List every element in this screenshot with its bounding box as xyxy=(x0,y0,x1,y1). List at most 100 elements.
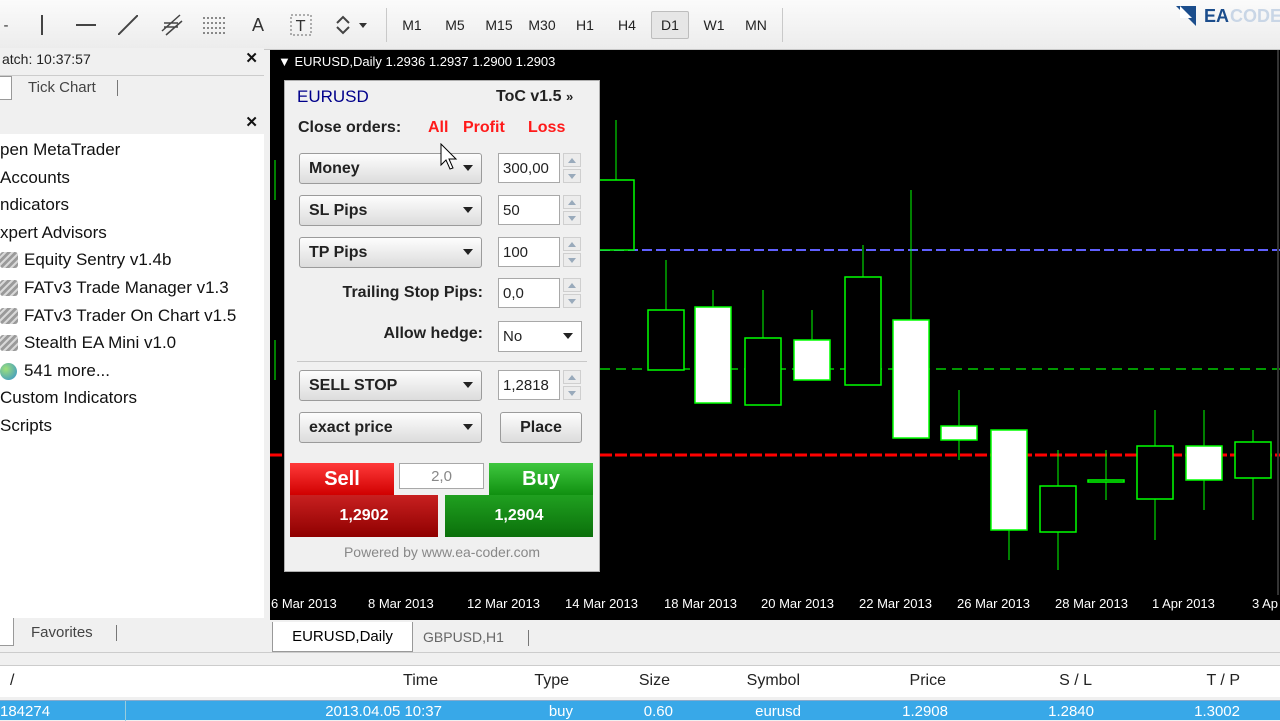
col-symbol[interactable]: Symbol xyxy=(680,672,800,690)
tab-symbols[interactable] xyxy=(0,76,12,100)
sl-input[interactable]: 50 xyxy=(498,195,560,225)
candle-body xyxy=(1185,445,1223,481)
close-icon[interactable]: ✕ xyxy=(245,113,258,131)
candle-body xyxy=(940,425,978,441)
timeframe-m5[interactable]: M5 xyxy=(436,11,474,39)
spin-down-icon[interactable] xyxy=(563,386,581,400)
col-tp[interactable]: T / P xyxy=(1100,672,1241,690)
nav-item-indicators[interactable]: ndicators xyxy=(0,193,69,217)
timeframe-h1[interactable]: H1 xyxy=(566,11,604,39)
tp-spinner[interactable] xyxy=(563,237,581,267)
timeframe-w1[interactable]: W1 xyxy=(695,11,733,39)
splitter[interactable] xyxy=(0,652,1280,665)
sl-mode-select[interactable]: SL Pips xyxy=(299,195,482,226)
lots-input[interactable]: 2,0 xyxy=(399,463,484,489)
candle-body xyxy=(694,306,732,404)
close-all-link[interactable]: All xyxy=(428,119,448,137)
navigator-tabs: Favorites xyxy=(0,618,264,650)
tab-common[interactable] xyxy=(0,618,14,646)
nav-item-equity-sentry[interactable]: Equity Sentry v1.4b xyxy=(0,248,171,272)
timeframe-mn[interactable]: MN xyxy=(737,11,775,39)
candle-body xyxy=(990,429,1028,531)
spin-up-icon[interactable] xyxy=(563,278,581,292)
panel-version[interactable]: ToC v1.5 » xyxy=(496,88,573,106)
tab-gbpusd-h1[interactable]: GBPUSD,H1 xyxy=(423,629,504,645)
money-input[interactable]: 300,00 xyxy=(498,153,560,183)
spin-down-icon[interactable] xyxy=(563,169,581,183)
order-price-spinner[interactable] xyxy=(563,370,581,400)
vertical-line-icon[interactable] xyxy=(30,0,54,50)
col-time[interactable]: Time xyxy=(300,672,438,690)
nav-item-scripts[interactable]: Scripts xyxy=(0,414,52,438)
nav-item-expert-advisors[interactable]: xpert Advisors xyxy=(0,221,107,245)
spin-down-icon[interactable] xyxy=(563,253,581,267)
spin-up-icon[interactable] xyxy=(563,237,581,251)
col-size[interactable]: Size xyxy=(578,672,670,690)
tab-favorites[interactable]: Favorites xyxy=(31,624,93,641)
candle-body xyxy=(597,179,635,251)
close-profit-link[interactable]: Profit xyxy=(463,119,505,137)
tab-eurusd-daily[interactable]: EURUSD,Daily xyxy=(272,622,413,652)
nav-item-fat-trade-manager[interactable]: FATv3 Trade Manager v1.3 xyxy=(0,276,229,300)
spin-up-icon[interactable] xyxy=(563,153,581,167)
tab-tick-chart[interactable]: Tick Chart xyxy=(28,79,96,96)
spin-up-icon[interactable] xyxy=(563,195,581,209)
buy-price[interactable]: 1,2904 xyxy=(445,495,593,537)
equidistant-channel-icon[interactable] xyxy=(158,0,186,50)
sell-button[interactable]: Sell xyxy=(290,463,394,495)
nav-item-accounts[interactable]: Accounts xyxy=(0,166,70,190)
price-mode-label: exact price xyxy=(309,418,393,436)
tp-mode-label: TP Pips xyxy=(309,243,368,261)
cell-order: 184274 xyxy=(0,703,51,720)
col-order[interactable]: / xyxy=(10,672,14,690)
place-button[interactable]: Place xyxy=(500,412,582,443)
chart-tabs: EURUSD,Daily GBPUSD,H1 xyxy=(270,622,1280,652)
spin-up-icon[interactable] xyxy=(563,370,581,384)
spin-down-icon[interactable] xyxy=(563,211,581,225)
buy-button[interactable]: Buy xyxy=(489,463,593,495)
text-icon[interactable]: A xyxy=(246,0,270,50)
col-type[interactable]: Type xyxy=(478,672,569,690)
close-loss-link[interactable]: Loss xyxy=(528,119,565,137)
order-price-input[interactable]: 1,2818 xyxy=(498,370,560,400)
horizontal-line-icon[interactable] xyxy=(74,0,98,50)
timeframe-m15[interactable]: M15 xyxy=(479,11,519,39)
date-label: 1 Apr 2013 xyxy=(1152,596,1215,611)
nav-item-fat-trader-on-chart[interactable]: FATv3 Trader On Chart v1.5 xyxy=(0,304,236,328)
date-label: 8 Mar 2013 xyxy=(368,596,434,611)
table-row[interactable]: 184274 2013.04.05 10:37 buy 0.60 eurusd … xyxy=(0,700,1280,721)
timeframe-m30[interactable]: M30 xyxy=(522,11,562,39)
trailing-spinner[interactable] xyxy=(563,278,581,308)
col-price[interactable]: Price xyxy=(810,672,946,690)
sell-price[interactable]: 1,2902 xyxy=(290,495,438,537)
trendline-icon[interactable] xyxy=(116,0,140,50)
spin-down-icon[interactable] xyxy=(563,294,581,308)
price-mode-select[interactable]: exact price xyxy=(299,412,482,443)
nav-item-custom-indicators[interactable]: Custom Indicators xyxy=(0,386,137,410)
arrows-dropdown-icon[interactable] xyxy=(330,0,370,50)
risk-mode-label: Money xyxy=(309,159,360,177)
text-label-icon[interactable]: T xyxy=(288,0,314,50)
money-spinner[interactable] xyxy=(563,153,581,183)
nav-item-stealth-ea[interactable]: Stealth EA Mini v1.0 xyxy=(0,331,176,355)
panel-version-label: ToC v1.5 xyxy=(496,88,562,105)
tab-separator xyxy=(116,625,117,641)
nav-item-open-metatrader[interactable]: pen MetaTrader xyxy=(0,138,120,162)
nav-item-more[interactable]: 541 more... xyxy=(0,359,110,383)
tp-mode-select[interactable]: TP Pips xyxy=(299,237,482,268)
col-sl[interactable]: S / L xyxy=(955,672,1092,690)
sl-spinner[interactable] xyxy=(563,195,581,225)
order-type-select[interactable]: SELL STOP xyxy=(299,370,482,401)
close-icon[interactable]: ✕ xyxy=(245,49,258,67)
mouse-cursor-icon xyxy=(440,143,458,170)
timeframe-d1[interactable]: D1 xyxy=(651,11,689,39)
timeframe-h4[interactable]: H4 xyxy=(608,11,646,39)
candle-body xyxy=(1087,479,1125,483)
tp-input[interactable]: 100 xyxy=(498,237,560,267)
timeframe-m1[interactable]: M1 xyxy=(393,11,431,39)
toolbar-partial-icon[interactable]: - xyxy=(0,0,12,50)
fibonacci-icon[interactable] xyxy=(200,0,228,50)
allow-hedge-select[interactable]: No xyxy=(498,321,582,352)
trailing-stop-input[interactable]: 0,0 xyxy=(498,278,560,308)
candle-body xyxy=(647,309,685,371)
